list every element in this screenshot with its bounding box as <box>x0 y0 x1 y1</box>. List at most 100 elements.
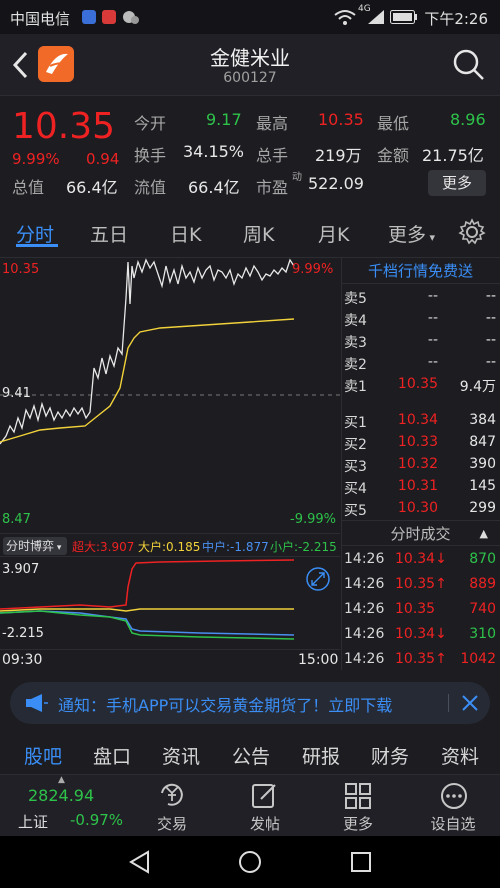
buy-price: 10.32 <box>397 456 438 472</box>
order-book-promo[interactable]: 千档行情免费送 <box>341 258 500 284</box>
mktcap-label: 总值 <box>12 178 45 197</box>
float-value: 66.4亿 <box>188 178 240 197</box>
trade-time: 14:26 <box>344 626 385 642</box>
triangle-up-icon: ▲ <box>479 527 488 540</box>
notice-banner[interactable]: 通知：手机APP可以交易黄金期货了！立即下载 <box>10 682 490 724</box>
active-tab-indicator <box>16 244 58 247</box>
chart-top-pct: 9.99% <box>292 262 334 277</box>
index-value: 2824.94 <box>28 786 95 805</box>
trade-volume: 889 <box>469 576 496 592</box>
chart-bottom-price: 8.47 <box>2 512 31 527</box>
tab-announcements[interactable]: 公告 <box>232 742 270 769</box>
nav-trade[interactable]: 交易 <box>127 775 217 837</box>
sell-row[interactable]: 卖4 -- -- <box>341 308 500 330</box>
nav-more[interactable]: 更多 <box>313 775 403 837</box>
bottom-nav: ▲ 2824.94 上证 -0.97% 交易 发帖 更多 设自选 <box>0 774 500 836</box>
buy-row[interactable]: 买1 10.34 384 <box>341 410 500 432</box>
trade-time: 14:26 <box>344 601 385 617</box>
index-quote[interactable]: ▲ 2824.94 上证 -0.97% <box>0 775 130 837</box>
trade-time: 14:26 <box>344 551 385 567</box>
home-circle-icon[interactable] <box>238 850 262 878</box>
settings-gear-icon[interactable] <box>458 218 486 250</box>
tab-research[interactable]: 研报 <box>302 742 340 769</box>
intraday-chart[interactable]: 10.35 9.99% 9.41 8.47 -9.99% 分时博弈 ▾ 超大:3… <box>0 258 340 670</box>
tab-more[interactable]: 更多 ▾ <box>388 220 435 247</box>
sell-label: 卖1 <box>344 379 367 395</box>
index-name: 上证 <box>18 813 49 831</box>
sell-label: 卖2 <box>344 357 367 373</box>
tab-profile[interactable]: 资料 <box>441 742 479 769</box>
buy-volume: 145 <box>469 478 496 494</box>
triangle-up-icon: ▲ <box>58 775 65 785</box>
time-end: 15:00 <box>298 652 339 668</box>
trade-title-label: 分时成交 <box>390 525 451 543</box>
sell-price: -- <box>427 288 438 304</box>
buy-row[interactable]: 买3 10.32 390 <box>341 454 500 476</box>
sell-volume: -- <box>485 310 496 326</box>
buy-row[interactable]: 买4 10.31 145 <box>341 476 500 498</box>
amount-label: 金额 <box>377 146 410 165</box>
back-triangle-icon[interactable] <box>128 850 152 878</box>
close-icon[interactable] <box>460 693 480 717</box>
sell-price: -- <box>427 354 438 370</box>
sell-row[interactable]: 卖3 -- -- <box>341 330 500 352</box>
trade-volume: 310 <box>469 626 496 642</box>
buy-price: 10.34 <box>397 412 438 428</box>
nav-add-watchlist[interactable]: 设自选 <box>408 775 498 837</box>
tab-monthly-k[interactable]: 月K <box>318 220 349 247</box>
tab-more-label: 更多 <box>388 224 427 246</box>
trade-row: 14:26 10.35 740 <box>341 598 500 622</box>
sell-row[interactable]: 卖1 10.35 9.4万 <box>341 374 500 396</box>
sell-label: 卖5 <box>344 291 367 307</box>
indicator-selector[interactable]: 分时博弈 ▾ <box>3 537 67 555</box>
megaphone-icon <box>24 692 48 718</box>
nav-post[interactable]: 发帖 <box>220 775 310 837</box>
tab-five-day[interactable]: 五日 <box>90 220 128 247</box>
tab-weekly-k[interactable]: 周K <box>243 220 274 247</box>
sell-row[interactable]: 卖5 -- -- <box>341 286 500 308</box>
trade-volume: 740 <box>469 601 496 617</box>
more-quote-button[interactable]: 更多 <box>428 170 486 196</box>
more-dots-icon <box>441 783 467 809</box>
super-indicator: 超大:3.907 <box>72 538 134 555</box>
chart-mid-price: 9.41 <box>2 386 31 401</box>
tab-news[interactable]: 资讯 <box>162 742 200 769</box>
stock-header: 金健米业 600127 <box>0 34 500 96</box>
recents-square-icon[interactable] <box>350 851 372 877</box>
sell-row[interactable]: 卖2 -- -- <box>341 352 500 374</box>
trade-price: 10.34↓ <box>395 551 447 567</box>
indicator-bar: 分时博弈 ▾ 超大:3.907 大户:0.185 中户:-1.877 小户:-2… <box>0 533 340 557</box>
tab-forum[interactable]: 股吧 <box>24 742 62 769</box>
clock: 下午2:26 <box>424 10 488 28</box>
sell-volume: -- <box>485 354 496 370</box>
big-value: 0.185 <box>166 540 201 554</box>
trade-price: 10.34↓ <box>395 626 447 642</box>
signal-icon <box>368 10 384 28</box>
indicator-name: 分时博弈 <box>6 539 55 553</box>
tab-intraday[interactable]: 分时 <box>16 220 54 247</box>
turnover-label: 换手 <box>134 146 167 165</box>
indicator-top-value: 3.907 <box>2 562 40 577</box>
nav-more-label: 更多 <box>342 815 373 833</box>
open-value: 9.17 <box>206 110 242 129</box>
caret-down-icon: ▾ <box>54 543 62 553</box>
search-icon[interactable] <box>452 48 486 86</box>
price-line <box>0 258 295 445</box>
time-start: 09:30 <box>2 652 43 668</box>
pe-value: 522.09 <box>308 174 364 193</box>
trade-price: 10.35↑ <box>395 576 447 592</box>
pe-label: 市盈 <box>256 178 289 197</box>
tab-daily-k[interactable]: 日K <box>170 220 201 247</box>
buy-row[interactable]: 买2 10.33 847 <box>341 432 500 454</box>
volume-label: 总手 <box>256 146 289 165</box>
tab-handicap[interactable]: 盘口 <box>93 742 131 769</box>
nav-add-watchlist-label: 设自选 <box>430 815 476 833</box>
index-pct: -0.97% <box>70 811 124 829</box>
buy-row[interactable]: 买5 10.30 299 <box>341 498 500 520</box>
wifi-icon <box>334 8 356 30</box>
indicator-bottom-value: -2.215 <box>2 626 44 641</box>
tab-financials[interactable]: 财务 <box>371 742 409 769</box>
buy-volume: 390 <box>469 456 496 472</box>
notice-text: 通知：手机APP可以交易黄金期货了！立即下载 <box>58 696 393 715</box>
trade-ticker-title[interactable]: 分时成交 ▲ <box>341 520 500 546</box>
